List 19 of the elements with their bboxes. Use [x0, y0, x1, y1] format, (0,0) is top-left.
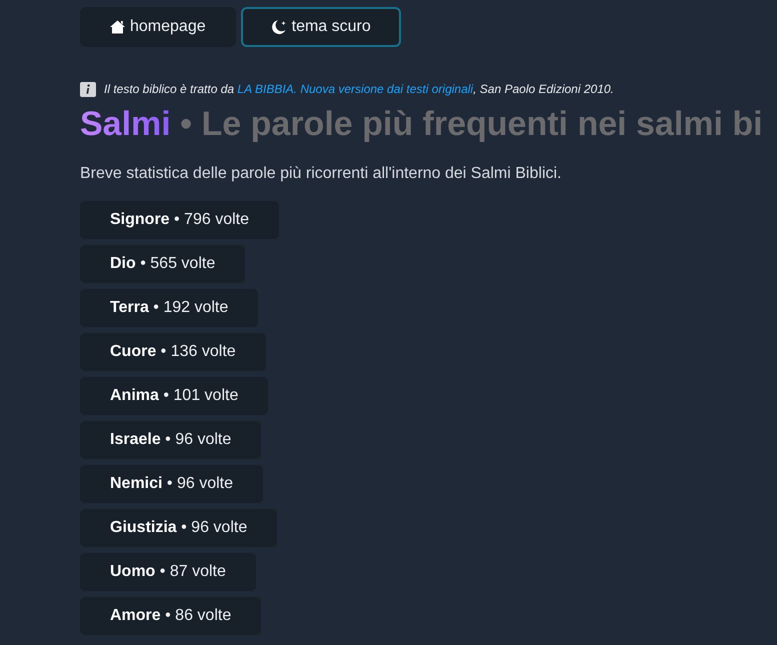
word-count-tag: Terra • 192 volte	[80, 289, 258, 327]
word-count-tag: Israele • 96 volte	[80, 421, 262, 459]
word-count-tag: Anima • 101 volte	[80, 377, 268, 415]
word-count-tag: Uomo • 87 volte	[80, 553, 256, 591]
word-count-tag: Cuore • 136 volte	[80, 333, 266, 371]
intro-text: Breve statistica delle parole più ricorrenti all'interno dei Salmi Biblici.	[80, 164, 562, 184]
word-count-tag: Signore • 796 volte	[80, 201, 279, 239]
word-count-tag: Giustizia • 96 volte	[80, 509, 278, 547]
word-count-tag: Amore • 86 volte	[80, 597, 262, 635]
home-icon	[110, 20, 125, 34]
source-note: Il testo biblico è tratto da LA BIBBIA. Nuova versione dai testi originali, San Paolo Edizioni 2010.	[104, 81, 614, 97]
word-count-tag: Nemici • 96 volte	[80, 465, 263, 503]
theme-toggle-button[interactable]: tema scuro	[240, 7, 401, 47]
word-count-tag: Dio • 565 volte	[80, 245, 246, 283]
homepage-button[interactable]: homepage	[80, 7, 236, 47]
book-link[interactable]: LA BIBBIA. Nuova versione dai testi originali	[237, 82, 474, 96]
info-icon	[80, 82, 96, 96]
page-title: Salmi • Le parole più frequenti nei salmi bi	[80, 104, 763, 144]
moon-stars-icon	[270, 19, 287, 35]
